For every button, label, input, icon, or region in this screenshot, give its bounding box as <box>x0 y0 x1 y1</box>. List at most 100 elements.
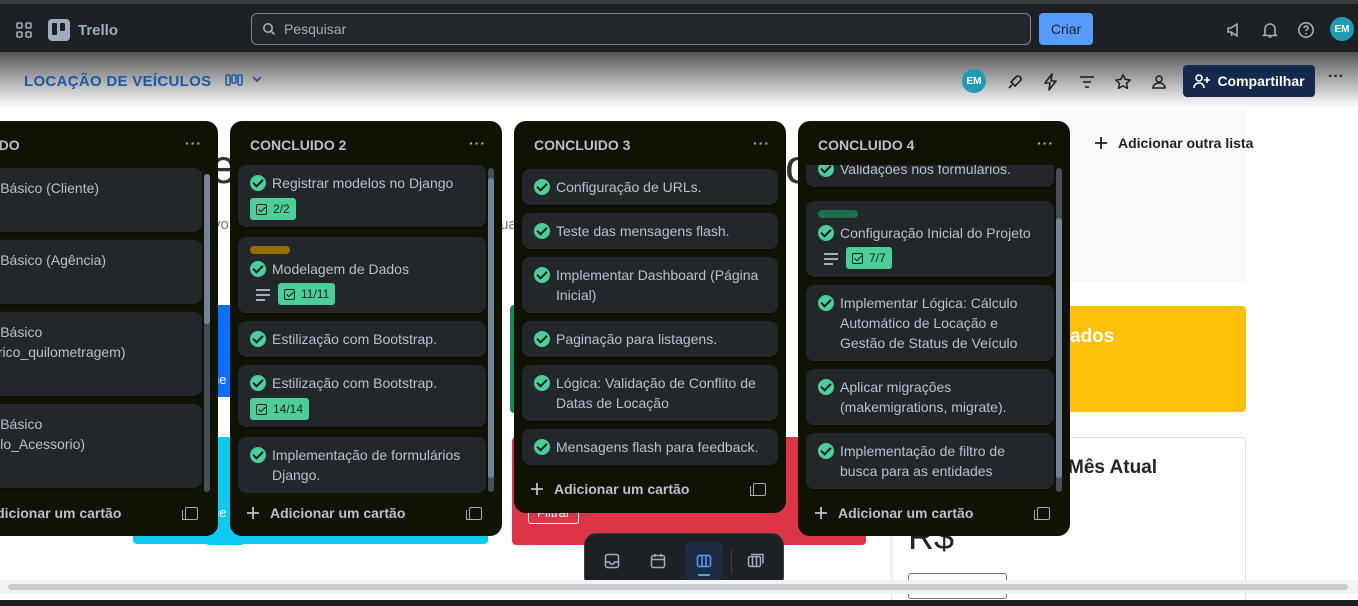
card-title: RUD Básico (Agência) <box>0 252 107 268</box>
card-title: Mensagens flash para feedback. <box>556 439 759 455</box>
card[interactable]: Registrar modelos no Django 2/2 <box>238 165 486 227</box>
add-card-button[interactable]: Adicionar um cartão <box>246 505 405 521</box>
card-title: Estilização com Bootstrap. <box>272 331 437 347</box>
search-input[interactable] <box>284 21 984 37</box>
list-concluido-2: CONCLUIDO 2 ··· Registrar modelos no Dja… <box>230 121 502 536</box>
list-concluido-4: CONCLUIDO 4 ··· Validações nos formulári… <box>798 121 1070 536</box>
card-list: Registrar modelos no Django 2/2 Modelage… <box>238 165 486 493</box>
board-view-icon <box>696 554 712 568</box>
card[interactable]: Implementação de filtro de busca para as… <box>806 433 1054 489</box>
list-scrollbar-thumb[interactable] <box>1056 218 1062 478</box>
list-scrollbar[interactable] <box>488 168 494 492</box>
add-card-label: Adicionar um cartão <box>270 505 406 521</box>
list-title[interactable]: CONCLUIDO 4 <box>818 137 914 153</box>
list-menu-icon[interactable]: ··· <box>1037 135 1054 151</box>
card[interactable]: Implementar Dashboard (Página Inicial) <box>522 257 778 313</box>
board-title[interactable]: LOCAÇÃO DE VEÍCULOS <box>24 73 211 90</box>
add-list-button[interactable]: Adicionar outra lista <box>1094 135 1253 151</box>
card-title: Lógica: Validação de Conflito de Datas d… <box>556 375 756 411</box>
list-title[interactable]: CONCLUIDO 3 <box>534 137 630 153</box>
checklist-badge: 2/2 <box>250 198 296 220</box>
create-from-template-icon[interactable] <box>1034 507 1050 520</box>
automation-bolt-icon[interactable] <box>1041 72 1061 92</box>
board-view-button[interactable] <box>685 542 723 580</box>
board-menu-icon[interactable]: ··· <box>1328 68 1344 86</box>
card[interactable]: Teste das mensagens flash. <box>522 213 778 249</box>
card[interactable]: RUD Básico (Cliente) <box>0 168 202 232</box>
list-menu-icon[interactable]: ··· <box>185 135 202 151</box>
card-label-green[interactable] <box>818 210 858 218</box>
description-icon <box>824 253 838 265</box>
trello-logo[interactable]: Trello <box>48 18 118 42</box>
board-member-avatar[interactable]: EM <box>962 69 986 93</box>
board-horizontal-scrollbar[interactable] <box>0 580 1358 594</box>
create-from-template-icon[interactable] <box>750 483 766 496</box>
switch-boards-icon[interactable] <box>737 542 775 580</box>
card[interactable]: Estilização com Bootstrap. <box>238 321 486 357</box>
card[interactable]: Paginação para listagens. <box>522 321 778 357</box>
divider <box>731 550 732 574</box>
workspace-visibility-icon[interactable] <box>1149 72 1169 92</box>
calendar-view-icon[interactable] <box>639 542 677 580</box>
list-title[interactable]: CONCLUIDO 2 <box>250 137 346 153</box>
card-title: RUD Básico (Cliente) <box>0 180 100 196</box>
list-scrollbar-thumb[interactable] <box>204 174 210 324</box>
inbox-view-icon[interactable] <box>593 542 631 580</box>
list-title[interactable]: CLUIDO <box>0 137 20 153</box>
card-title: Paginação para listagens. <box>556 331 718 347</box>
card-title: RUD Básico Veiculo_Acessorio) <box>0 416 86 452</box>
add-card-button[interactable]: Adicionar um cartão <box>814 505 973 521</box>
complete-check-icon <box>818 165 834 177</box>
card-label-yellow[interactable] <box>250 246 290 254</box>
list-scrollbar-thumb[interactable] <box>488 178 494 478</box>
card[interactable]: RUD Básico (Agência) <box>0 240 202 304</box>
add-card-button[interactable]: Adicionar um cartão <box>530 481 689 497</box>
megaphone-icon[interactable] <box>1224 20 1244 40</box>
board-view-icon[interactable] <box>225 74 243 89</box>
card-list: Validações nos formulários. Configuração… <box>806 165 1054 491</box>
bg-snippet-mes-atual: Mês Atual <box>1068 457 1158 478</box>
checklist-count: 2/2 <box>273 202 290 216</box>
card[interactable]: Implementar Lógica: Cálculo Automático d… <box>806 285 1054 361</box>
notifications-bell-icon[interactable] <box>1260 20 1280 40</box>
list-scrollbar[interactable] <box>204 174 210 492</box>
app-switcher-icon[interactable] <box>16 22 32 38</box>
card[interactable]: Mensagens flash para feedback. <box>522 429 778 465</box>
list-menu-icon[interactable]: ··· <box>469 135 486 151</box>
checklist-count: 11/11 <box>301 287 330 301</box>
add-card-label: Adicionar um cartão <box>0 505 122 521</box>
list-scrollbar[interactable] <box>1056 168 1062 492</box>
add-card-button[interactable]: Adicionar um cartão <box>0 505 121 521</box>
card[interactable]: Configuração Inicial do Projeto 7/7 <box>806 201 1054 277</box>
checklist-badge: 11/11 <box>278 283 336 305</box>
card[interactable]: RUD Básico Veiculo_Acessorio) <box>0 404 202 488</box>
card-title: Teste das mensagens flash. <box>556 223 730 239</box>
card[interactable]: RUD Básico Historico_quilometragem) <box>0 312 202 396</box>
card[interactable]: Modelagem de Dados 11/11 <box>238 237 486 313</box>
card[interactable]: Validações nos formulários. <box>806 165 1054 187</box>
star-icon[interactable] <box>1113 72 1133 92</box>
checklist-badge: 7/7 <box>846 247 892 269</box>
bg-snippet-ados: ados <box>1070 326 1115 347</box>
card[interactable]: Lógica: Validação de Conflito de Datas d… <box>522 365 778 421</box>
help-icon[interactable] <box>1296 20 1316 40</box>
plus-icon <box>531 483 543 495</box>
card[interactable]: Estilização com Bootstrap. 14/14 <box>238 365 486 427</box>
power-ups-rocket-icon[interactable] <box>1005 72 1025 92</box>
search-bar[interactable] <box>251 13 1031 45</box>
create-button[interactable]: Criar <box>1039 13 1093 45</box>
card[interactable]: Aplicar migrações (makemigrations, migra… <box>806 369 1054 425</box>
card-title: Implementação de filtro de busca para as… <box>840 443 1005 479</box>
create-from-template-icon[interactable] <box>182 507 198 520</box>
chevron-down-icon[interactable] <box>250 72 264 91</box>
create-from-template-icon[interactable] <box>466 507 482 520</box>
checklist-count: 7/7 <box>869 251 886 265</box>
user-avatar[interactable]: EM <box>1330 17 1354 41</box>
add-card-label: Adicionar um cartão <box>554 481 690 497</box>
list-menu-icon[interactable]: ··· <box>753 135 770 151</box>
filter-icon[interactable] <box>1077 72 1097 92</box>
board-scrollbar-thumb[interactable] <box>8 584 1348 590</box>
card[interactable]: Configuração de URLs. <box>522 169 778 205</box>
share-button[interactable]: Compartilhar <box>1183 65 1315 97</box>
card[interactable]: Implementação de formulários Django. <box>238 437 486 493</box>
